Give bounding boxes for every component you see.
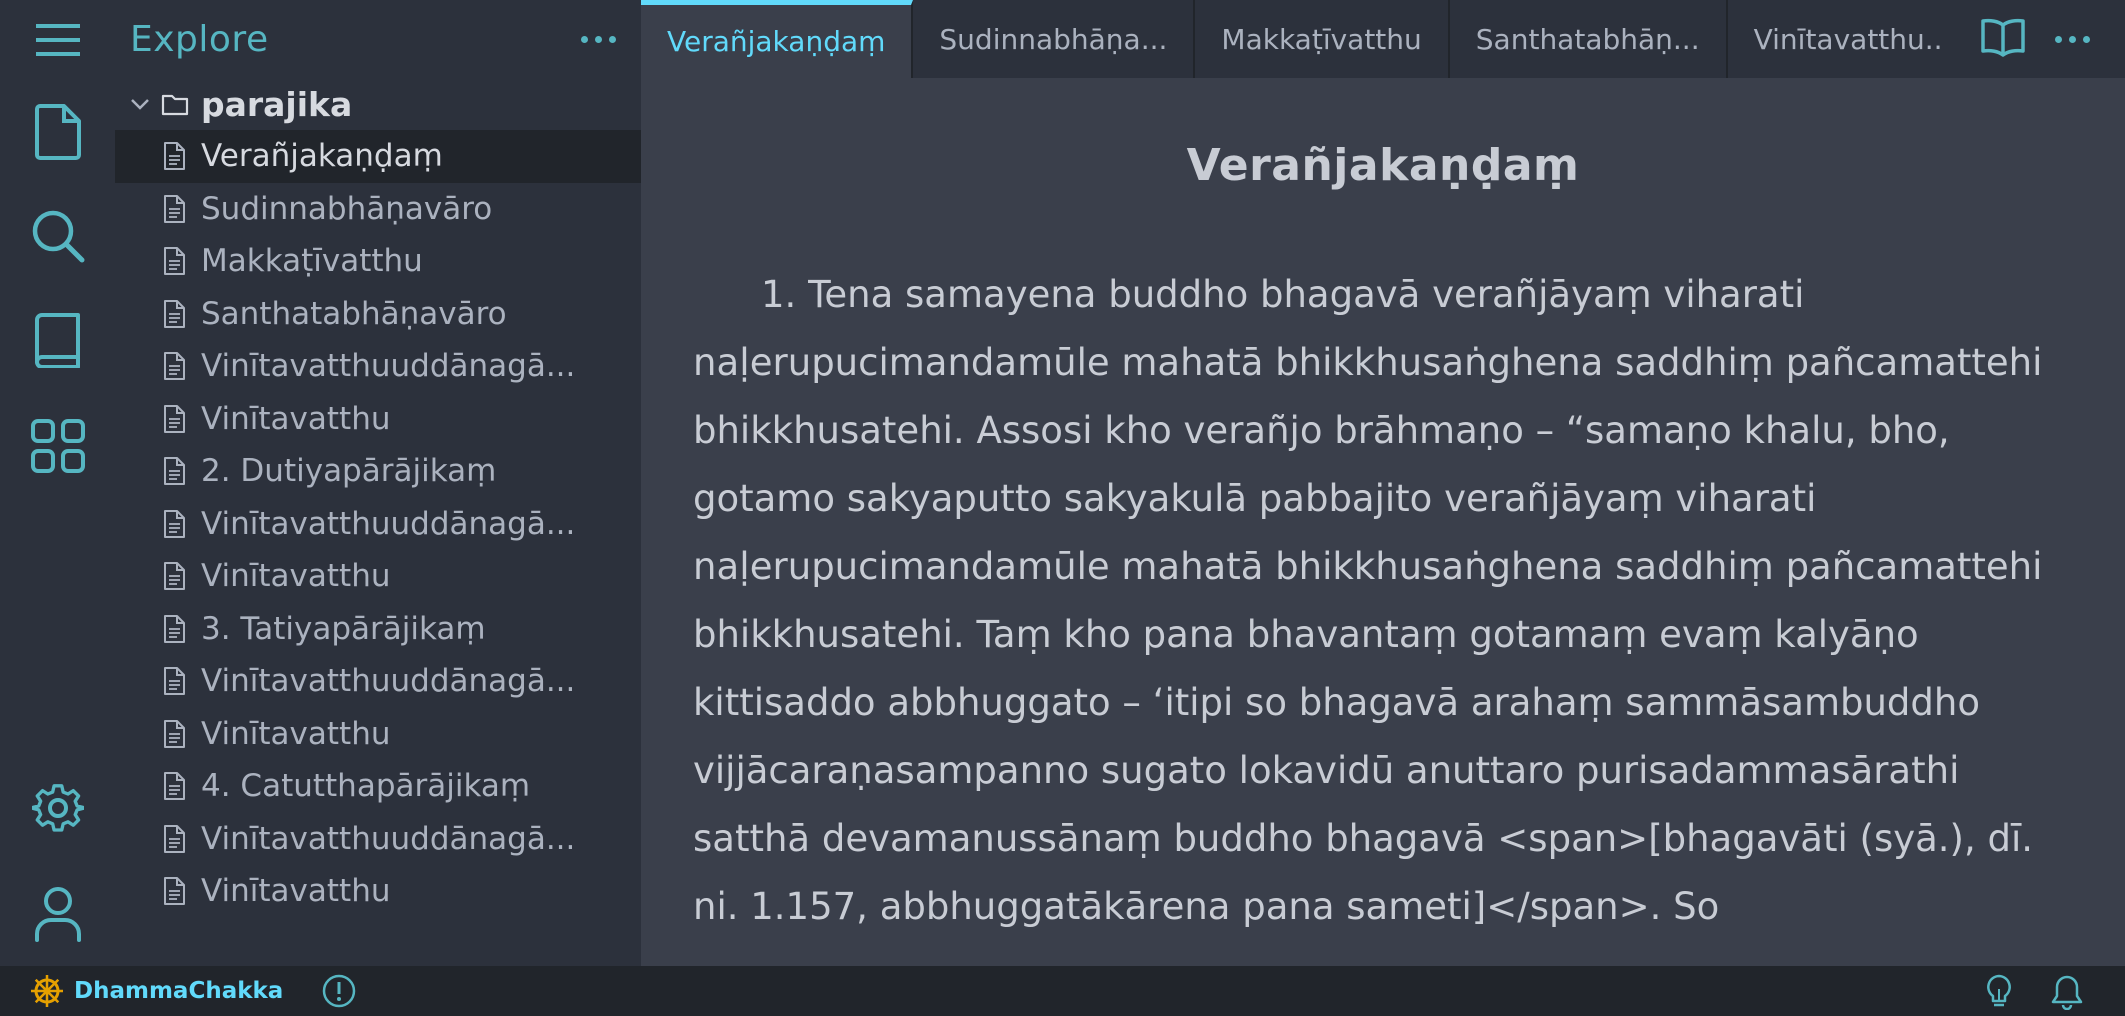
more-icon[interactable] bbox=[2055, 35, 2091, 43]
folder-icon bbox=[161, 94, 189, 116]
tab-verañjakaṇḍaṃ[interactable]: Verañjakaṇḍaṃ bbox=[641, 0, 914, 78]
document-icon bbox=[164, 824, 185, 853]
tab-bar: Verañjakaṇḍaṃ Sudinnabhāṇa... Makkaṭīvat… bbox=[641, 0, 2125, 78]
tab-sudinnabhanavaro[interactable]: Sudinnabhāṇa... bbox=[913, 0, 1196, 78]
file-label: Makkaṭīvatthu bbox=[201, 243, 423, 280]
file-label: 4. Catutthapārājikaṃ bbox=[201, 768, 531, 805]
document-icon bbox=[164, 142, 185, 171]
file-label: Vinītavatthuuddānagā... bbox=[201, 820, 576, 857]
file-label: Sudinnabhāṇavāro bbox=[201, 190, 493, 227]
document-icon bbox=[164, 509, 185, 538]
file-row[interactable]: 3. Tatiyapārājikaṃ bbox=[115, 603, 641, 656]
file-row[interactable]: Vinītavatthu bbox=[115, 393, 641, 446]
explorer-sidebar: Explore parajika Verañjakaṇḍaṃ Sudinnabhā… bbox=[115, 0, 641, 966]
status-brand-label: DhammaChakka bbox=[74, 978, 284, 1004]
tab-makkativatthu[interactable]: Makkaṭīvatthu bbox=[1195, 0, 1450, 78]
status-brand[interactable]: DhammaChakka bbox=[0, 974, 283, 1008]
file-row[interactable]: Vinītavatthu bbox=[115, 708, 641, 761]
file-label: 2. Dutiyapārājikaṃ bbox=[201, 453, 497, 490]
explorer-title: Explore bbox=[130, 18, 269, 60]
document-icon bbox=[164, 562, 185, 591]
document-view: Verañjakaṇḍaṃ 1. Tena samayena buddho bh… bbox=[641, 78, 2125, 966]
document-icon bbox=[164, 404, 185, 433]
document-icon bbox=[164, 667, 185, 696]
file-label: Vinītavatthuuddānagā... bbox=[201, 348, 576, 385]
lightbulb-icon[interactable] bbox=[1984, 974, 2014, 1010]
status-bar: DhammaChakka bbox=[0, 966, 2125, 1016]
open-book-icon[interactable] bbox=[1980, 17, 2026, 61]
file-row[interactable]: 4. Catutthapārājikaṃ bbox=[115, 760, 641, 813]
file-row[interactable]: Sudinnabhāṇavāro bbox=[115, 183, 641, 236]
file-row[interactable]: Vinītavatthuuddānagā... bbox=[115, 655, 641, 708]
file-row[interactable]: Santhatabhāṇavāro bbox=[115, 288, 641, 341]
document-icon bbox=[164, 772, 185, 801]
tab-vinitavatthu[interactable]: Vinītavatthu... bbox=[1728, 0, 1980, 78]
hamburger-menu-icon[interactable] bbox=[0, 0, 115, 80]
document-title: Verañjakaṇḍaṃ bbox=[1186, 140, 1580, 191]
file-icon[interactable] bbox=[0, 92, 115, 172]
explorer-header: Explore bbox=[115, 0, 641, 78]
file-label: Verañjakaṇḍaṃ bbox=[201, 138, 443, 175]
search-icon[interactable] bbox=[0, 196, 115, 276]
document-icon bbox=[164, 457, 185, 486]
file-row[interactable]: Vinītavatthu bbox=[115, 865, 641, 918]
document-icon bbox=[164, 299, 185, 328]
file-label: Vinītavatthu bbox=[201, 873, 391, 910]
file-row[interactable]: Vinītavatthu bbox=[115, 550, 641, 603]
gear-icon[interactable] bbox=[0, 768, 115, 848]
file-label: 3. Tatiyapārājikaṃ bbox=[201, 610, 486, 647]
file-row[interactable]: Vinītavatthuuddānagā... bbox=[115, 498, 641, 551]
tab-actions bbox=[1945, 0, 2125, 78]
document-icon bbox=[164, 352, 185, 381]
dharma-wheel-icon bbox=[31, 975, 63, 1007]
chevron-down-icon bbox=[131, 99, 149, 110]
activity-bar bbox=[0, 0, 115, 966]
file-label: Vinītavatthu bbox=[201, 558, 391, 595]
extensions-grid-icon[interactable] bbox=[0, 406, 115, 486]
file-row[interactable]: Vinītavatthuuddānagā... bbox=[115, 340, 641, 393]
file-label: Vinītavatthu bbox=[201, 715, 391, 752]
file-label: Vinītavatthu bbox=[201, 400, 391, 437]
folder-parajika[interactable]: parajika bbox=[115, 78, 641, 130]
file-row[interactable]: Makkaṭīvatthu bbox=[115, 235, 641, 288]
file-label: Vinītavatthuuddānagā... bbox=[201, 505, 576, 542]
document-icon bbox=[164, 877, 185, 906]
file-row[interactable]: Verañjakaṇḍaṃ bbox=[115, 130, 641, 183]
tab-santhatabhanavaro[interactable]: Santhatabhāṇ... bbox=[1450, 0, 1728, 78]
document-icon bbox=[164, 614, 185, 643]
book-icon[interactable] bbox=[0, 300, 115, 380]
bell-icon[interactable] bbox=[2050, 974, 2084, 1010]
file-label: Santhatabhāṇavāro bbox=[201, 295, 507, 332]
file-label: Vinītavatthuuddānagā... bbox=[201, 663, 576, 700]
folder-label: parajika bbox=[201, 84, 353, 124]
account-icon[interactable] bbox=[0, 874, 115, 954]
document-icon bbox=[164, 247, 185, 276]
document-body: 1. Tena samayena buddho bhagavā verañjāy… bbox=[693, 273, 2043, 928]
explorer-more-icon[interactable] bbox=[581, 35, 616, 43]
info-icon[interactable] bbox=[321, 973, 357, 1009]
file-row[interactable]: Vinītavatthuuddānagā... bbox=[115, 813, 641, 866]
file-row[interactable]: 2. Dutiyapārājikaṃ bbox=[115, 445, 641, 498]
document-icon bbox=[164, 719, 185, 748]
document-icon bbox=[164, 194, 185, 223]
file-list: Verañjakaṇḍaṃ Sudinnabhāṇavāro Makkaṭīvatt… bbox=[115, 130, 641, 918]
